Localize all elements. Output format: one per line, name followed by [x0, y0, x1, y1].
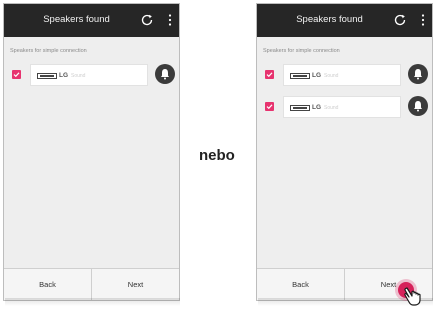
next-button[interactable]: Next: [92, 269, 179, 300]
speaker-device-icon: [37, 73, 57, 79]
checkbox-checked-icon[interactable]: [265, 102, 274, 111]
screen-title: Speakers found: [296, 14, 363, 25]
speaker-row[interactable]: LG Sound: [263, 96, 428, 118]
bell-icon[interactable]: [155, 64, 175, 84]
speaker-brand: LG: [59, 72, 69, 79]
hand-pointer-icon: [404, 287, 421, 306]
speaker-row[interactable]: LG Sound: [10, 64, 175, 86]
speaker-name: Sound: [324, 105, 339, 111]
checkbox-checked-icon[interactable]: [12, 70, 21, 79]
checkbox-checked-icon[interactable]: [265, 70, 274, 79]
separator-text: nebo: [199, 147, 235, 164]
speaker-name: Sound: [71, 73, 86, 79]
speaker-device-icon: [290, 105, 310, 111]
speaker-row[interactable]: LG Sound: [263, 64, 428, 86]
speaker-brand: LG: [312, 72, 322, 79]
bottom-action-bar: Back Next: [4, 268, 179, 300]
more-vertical-icon[interactable]: [421, 13, 425, 27]
bell-icon[interactable]: [408, 96, 428, 116]
speaker-card[interactable]: LG Sound: [30, 64, 148, 86]
speaker-name: Sound: [324, 73, 339, 79]
phone-screen-left: Speakers found Speakers for simple conne…: [3, 3, 180, 301]
phone-screen-right: Speakers found Speakers for simple conne…: [256, 3, 433, 301]
refresh-icon[interactable]: [140, 13, 154, 27]
title-bar: Speakers found: [257, 4, 432, 37]
phone-shadow: [5, 298, 180, 306]
back-button[interactable]: Back: [257, 269, 345, 300]
speaker-card[interactable]: LG Sound: [283, 96, 401, 118]
section-label: Speakers for simple connection: [263, 48, 340, 54]
back-button[interactable]: Back: [4, 269, 92, 300]
screen-title: Speakers found: [43, 14, 110, 25]
title-bar: Speakers found: [4, 4, 179, 37]
speaker-device-icon: [290, 73, 310, 79]
refresh-icon[interactable]: [393, 13, 407, 27]
section-label: Speakers for simple connection: [10, 48, 87, 54]
bell-icon[interactable]: [408, 64, 428, 84]
speaker-card[interactable]: LG Sound: [283, 64, 401, 86]
more-vertical-icon[interactable]: [168, 13, 172, 27]
speaker-brand: LG: [312, 104, 322, 111]
